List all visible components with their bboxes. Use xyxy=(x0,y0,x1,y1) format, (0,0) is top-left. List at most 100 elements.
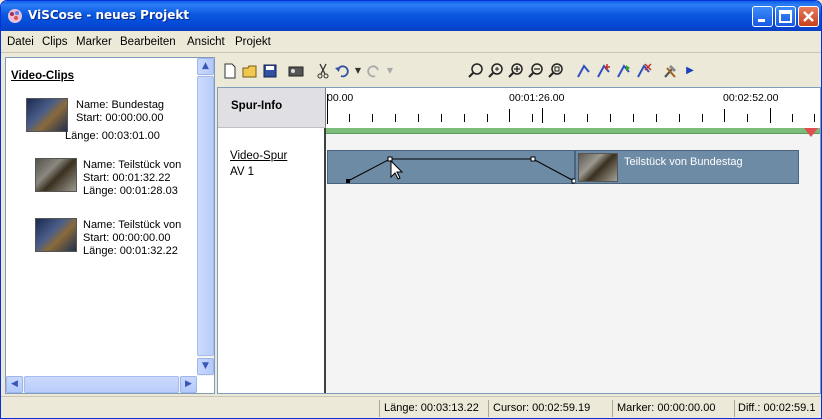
timeline[interactable]: Teilstück von Bundestag xyxy=(326,128,820,393)
marker-next-icon[interactable] xyxy=(615,62,633,80)
menu-projekt[interactable]: Projekt xyxy=(235,36,271,48)
time-ruler[interactable]: 00.00 00:01:26.00 00:02:52.00 xyxy=(326,88,820,128)
ruler-tick xyxy=(633,114,634,122)
close-button[interactable] xyxy=(798,6,819,27)
zoom-all-icon[interactable] xyxy=(547,62,565,80)
clip-start: Start: 00:00:00.00 xyxy=(76,112,164,124)
ruler-tick xyxy=(532,114,533,122)
scroll-down-button[interactable]: ▼ xyxy=(197,358,214,375)
marker-delete-icon[interactable] xyxy=(635,62,653,80)
play-icon[interactable]: ▶ xyxy=(681,62,699,80)
zoom-in-icon[interactable] xyxy=(507,62,525,80)
clip-thumbnail xyxy=(578,153,618,182)
ruler-tick xyxy=(587,114,588,122)
scroll-right-button[interactable]: ▶ xyxy=(180,376,197,393)
timeline-clip[interactable] xyxy=(327,150,576,185)
ruler-tick xyxy=(418,114,419,122)
cut-icon[interactable] xyxy=(314,62,332,80)
ruler-cursor-tick xyxy=(542,108,543,123)
track-info-header: Spur-Info xyxy=(218,88,326,128)
clip-start: Start: 00:01:32.22 xyxy=(83,172,171,184)
close-icon xyxy=(803,11,814,22)
minimize-icon xyxy=(758,19,765,22)
status-divider xyxy=(612,400,613,417)
ruler-label: 00:01:26.00 xyxy=(509,92,565,104)
clip-length: Länge: 00:01:28.03 xyxy=(83,185,178,197)
film-clip-icon[interactable] xyxy=(287,62,305,80)
ruler-tick xyxy=(441,114,442,122)
volume-envelope[interactable] xyxy=(328,151,576,185)
clip-name: Name: Bundestag xyxy=(76,99,165,111)
vertical-scrollbar[interactable]: ▲ ▼ xyxy=(197,58,214,376)
ruler-tick xyxy=(679,114,680,122)
marker-add-icon[interactable] xyxy=(595,62,613,80)
save-icon[interactable] xyxy=(261,62,279,80)
ruler-tick xyxy=(610,114,611,122)
maximize-button[interactable] xyxy=(775,6,796,27)
status-divider xyxy=(734,400,735,417)
maximize-icon xyxy=(779,10,792,23)
menu-datei[interactable]: Datei xyxy=(7,36,34,48)
scroll-thumb[interactable] xyxy=(197,76,214,356)
zoom-icon[interactable] xyxy=(467,62,485,80)
ruler-major-tick xyxy=(509,109,510,122)
track-info-column: Video-Spur AV 1 xyxy=(218,128,326,393)
clip-item[interactable]: Name: Teilstück von Start: 00:01:32.22 L… xyxy=(83,159,181,198)
track-area: Spur-Info Video-Spur AV 1 00.00 00:01:26… xyxy=(217,87,821,394)
clip-name: Name: Teilstück von xyxy=(83,219,182,231)
ruler-tick xyxy=(349,114,350,122)
video-clips-panel: Video-Clips Name: Bundestag Start: 00:00… xyxy=(5,57,215,394)
clip-item[interactable]: Name: Bundestag Start: 00:00:00.00 xyxy=(76,99,164,125)
timeline-range-bar[interactable] xyxy=(326,128,820,134)
track-info-label: Spur-Info xyxy=(231,100,283,112)
zoom-fit-icon[interactable] xyxy=(487,62,505,80)
open-folder-icon[interactable] xyxy=(241,62,259,80)
video-track-name[interactable]: Video-Spur xyxy=(230,150,287,162)
zoom-out-icon[interactable] xyxy=(527,62,545,80)
ruler-cursor-tick xyxy=(770,108,771,123)
scroll-thumb[interactable] xyxy=(24,376,179,393)
menu-bearbeiten[interactable]: Bearbeiten xyxy=(120,36,176,48)
ruler-tick xyxy=(464,114,465,122)
scroll-up-button[interactable]: ▲ xyxy=(197,58,214,75)
ruler-tick xyxy=(656,114,657,122)
end-marker[interactable] xyxy=(804,128,818,137)
minimize-button[interactable] xyxy=(752,6,773,27)
status-marker: Marker: 00:00:00.00 xyxy=(617,402,716,414)
ruler-label: 00:02:52.00 xyxy=(723,92,779,104)
window-title: ViSCose - neues Projekt xyxy=(28,8,190,22)
redo-dropdown-icon: ▼ xyxy=(386,66,394,75)
title-bar[interactable]: ViSCose - neues Projekt xyxy=(1,1,821,31)
video-clips-heading: Video-Clips xyxy=(11,70,75,82)
ruler-tick xyxy=(747,114,748,122)
ruler-major-tick xyxy=(724,109,725,122)
menu-clips[interactable]: Clips xyxy=(42,36,68,48)
app-window: ViSCose - neues Projekt Datei Clips Mark… xyxy=(0,0,822,419)
marker-icon[interactable] xyxy=(575,62,593,80)
status-divider xyxy=(488,400,489,417)
scroll-left-button[interactable]: ◀ xyxy=(6,376,23,393)
status-bar: Länge: 00:03:13.22 Cursor: 00:02:59.19 M… xyxy=(1,396,821,418)
menu-marker[interactable]: Marker xyxy=(76,36,112,48)
menu-ansicht[interactable]: Ansicht xyxy=(187,36,225,48)
ruler-label: 00.00 xyxy=(327,92,354,104)
ruler-tick xyxy=(814,114,815,122)
clip-name: Name: Teilstück von xyxy=(83,159,182,171)
clip-length: Länge: 00:01:32.22 xyxy=(83,245,178,257)
ruler-tick xyxy=(487,114,488,122)
ruler-tick xyxy=(372,114,373,122)
clip-thumbnail[interactable] xyxy=(35,158,77,192)
horizontal-scrollbar[interactable]: ◀ ▶ xyxy=(6,376,197,393)
status-length: Länge: 00:03:13.22 xyxy=(384,402,479,414)
new-file-icon[interactable] xyxy=(221,62,239,80)
clip-thumbnail[interactable] xyxy=(35,218,77,252)
video-track-id: AV 1 xyxy=(230,166,255,178)
clip-thumbnail[interactable] xyxy=(26,98,68,132)
clip-item[interactable]: Name: Teilstück von Start: 00:00:00.00 L… xyxy=(83,219,181,258)
status-divider xyxy=(379,400,380,417)
tools-icon[interactable] xyxy=(661,62,679,80)
timeline-clip-label: Teilstück von Bundestag xyxy=(624,156,743,168)
timeline-clip[interactable]: Teilstück von Bundestag xyxy=(575,150,799,184)
clip-length: Länge: 00:03:01.00 xyxy=(65,130,160,142)
clip-start: Start: 00:00:00.00 xyxy=(83,232,171,244)
